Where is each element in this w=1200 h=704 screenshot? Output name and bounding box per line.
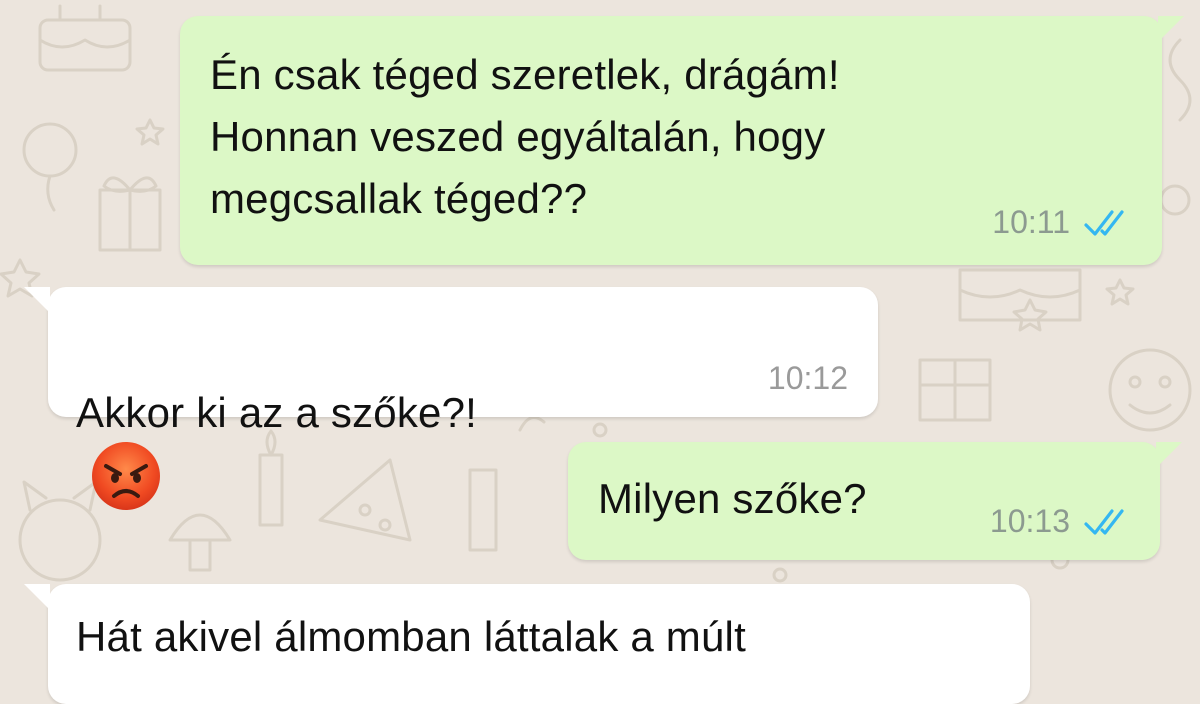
message-bubble-incoming[interactable]: Hát akivel álmomban láttalak a múlt <box>24 584 1030 704</box>
bubble-tail <box>1158 16 1184 42</box>
message-meta: 10:12 <box>768 360 848 397</box>
bubble-tail <box>1156 442 1182 468</box>
message-meta: 10:13 <box>990 503 1130 540</box>
message-text: Hát akivel álmomban láttalak a múlt <box>76 613 746 660</box>
message-bubble-incoming[interactable]: Akkor ki az a szőke?! 10:12 <box>24 287 878 510</box>
message-bubble-outgoing[interactable]: Milyen szőke? 10:13 <box>568 442 1182 560</box>
message-time: 10:13 <box>989 503 1070 539</box>
message-text-content: Akkor ki az a szőke?! <box>76 389 478 436</box>
message-bubble-outgoing[interactable]: Én csak téged szeretlek, drágám! Honnan … <box>180 16 1184 265</box>
angry-face-emoji <box>92 442 160 510</box>
bubble-tail <box>24 287 50 313</box>
bubble-tail <box>24 584 50 610</box>
message-time: 10:11 <box>992 204 1070 240</box>
message-text: Akkor ki az a szőke?! <box>76 320 477 516</box>
message-time: 10:12 <box>767 360 848 396</box>
double-check-icon <box>1084 209 1124 236</box>
message-text: Milyen szőke? <box>598 475 867 522</box>
message-meta: 10:11 <box>992 204 1130 241</box>
double-check-icon <box>1084 508 1124 535</box>
message-text: Én csak téged szeretlek, drágám! Honnan … <box>210 51 840 222</box>
